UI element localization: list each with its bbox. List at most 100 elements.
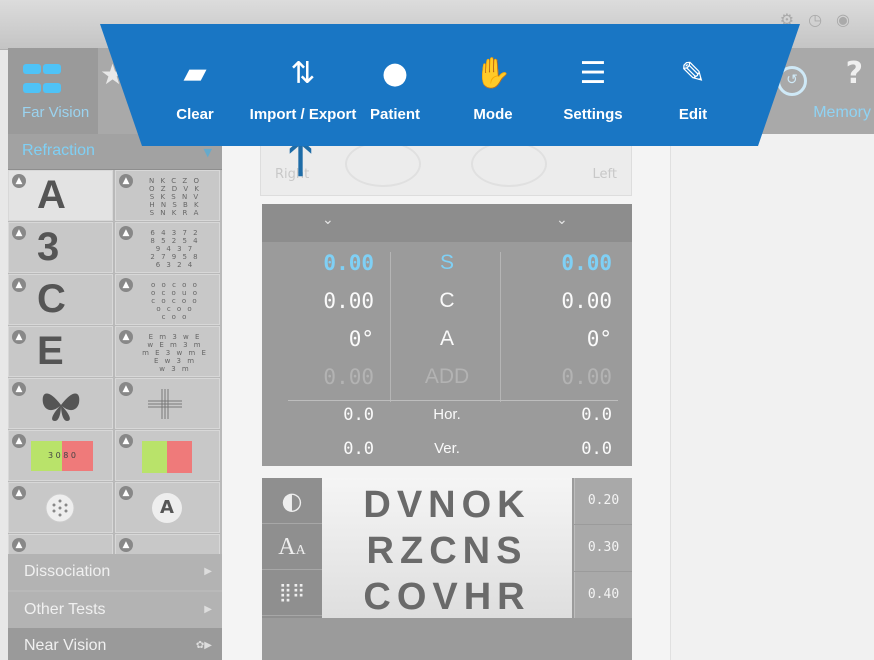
acuity-value[interactable]: 0.40 [574,572,632,618]
tile-letters-chart[interactable]: ▲ N K C Z O O Z D V K S K S N V H N S B … [115,170,220,221]
left-eye-label[interactable]: Left [593,167,617,182]
mountain-icon: ▲ [119,382,133,396]
tile-numbers-3[interactable]: ▲ 3 [8,222,113,273]
chart-line-1: DVNOK [363,484,531,526]
tile-landolt-C[interactable]: ▲ C [8,274,113,325]
top-menu-overlay: ▰ Clear ⇅ Import / Export ● Patient ✋ Mo… [100,24,800,146]
mountain-icon: ▲ [12,278,26,292]
refraction-label: Refraction [22,142,95,159]
eye-icon[interactable] [471,141,547,187]
clear-button[interactable]: ▰ Clear [140,24,250,146]
left-cylinder-value[interactable]: 0.00 [561,282,612,320]
person-icon: ● [381,56,409,91]
edit-icon: ✎ [680,56,706,91]
mountain-icon: ▲ [12,486,26,500]
tile-big-symbol: A [37,173,66,217]
chevron-down-icon[interactable]: ⌄ [322,212,334,228]
mountain-icon: ▲ [12,174,26,188]
mountain-icon: ▲ [12,434,26,448]
tile-big-symbol: 3 [37,225,60,269]
edit-button[interactable]: ✎ Edit [638,24,748,146]
near-vision-label: Near Vision [24,637,107,654]
left-ver-value[interactable]: 0.0 [581,430,612,468]
mode-button[interactable]: ✋ Mode [438,24,548,146]
left-hor-value[interactable]: 0.0 [581,396,612,434]
mountain-icon: ▲ [12,538,26,552]
acuity-values: 0.20 0.30 0.40 [574,478,632,618]
other-tests-item[interactable]: Other Tests ▶ [8,592,222,628]
mode-label: Mode [473,106,513,123]
rx-row-horizontal-prism[interactable]: 0.0 Hor. 0.0 [262,396,632,434]
flower-chevron-icon: ✿▶ [195,640,212,651]
ver-label: Ver. [434,440,460,457]
acuity-value[interactable]: 0.20 [574,478,632,524]
mountain-icon: ▲ [119,434,133,448]
chart-line-3: COVHR [363,576,531,618]
tile-mini-chart: N K C Z O O Z D V K S K S N V H N S B K … [149,177,201,217]
chevron-right-icon: ▶ [204,566,212,577]
chevron-right-icon: ▶ [204,604,212,615]
tile-tumbling-E[interactable]: ▲ E [8,326,113,377]
tile-tumbling-E-chart[interactable]: ▲ E m 3 w E w E m 3 m m E 3 w m E E w 3 … [115,326,220,377]
tile-butterfly[interactable]: ▲ [8,378,113,429]
edit-label: Edit [678,106,708,123]
tile-letters-A[interactable]: ▲ A [8,170,113,221]
rx-row-axis[interactable]: 0° A 0° [262,320,632,358]
timer-icon[interactable]: ◷ [808,10,836,29]
tile-A-circle[interactable]: ▲ A [115,482,220,533]
tile-color-circles[interactable]: ▲ [115,430,220,481]
dissociation-label: Dissociation [24,563,111,580]
left-axis-value[interactable]: 0° [587,320,612,358]
other-tests-label: Other Tests [24,601,106,618]
right-ver-value[interactable]: 0.0 [343,430,374,468]
rx-row-vertical-prism[interactable]: 0.0 Ver. 0.0 [262,430,632,468]
eraser-icon: ▰ [183,56,207,91]
contrast-icon[interactable]: ◐ [262,478,322,524]
hand-gear-icon: ✋ [474,56,512,91]
mountain-icon: ▲ [119,174,133,188]
tile-cross-grid[interactable]: ▲ [115,378,220,429]
rx-row-add[interactable]: 0.00 ADD 0.00 [262,358,632,396]
near-vision-item[interactable]: Near Vision ✿▶ [8,628,222,660]
tab-far-vision-label: Far Vision [22,104,90,121]
left-add-value[interactable]: 0.00 [561,358,612,396]
mountain-icon: ▲ [119,486,133,500]
help-icon[interactable]: ? [846,56,863,91]
patient-label: Patient [369,106,420,123]
tile-landolt-chart[interactable]: ▲ o o c o o o c o u o c o c o o o c o o … [115,274,220,325]
right-cylinder-value[interactable]: 0.00 [323,282,374,320]
axis-label: A [439,327,454,350]
mountain-icon: ▲ [12,330,26,344]
acuity-value[interactable]: 0.30 [574,525,632,571]
eye-icon[interactable] [345,141,421,187]
font-size-icon[interactable]: AA [262,524,322,570]
tile-red-green[interactable]: ▲ 3 0 8 0 [8,430,113,481]
chevron-down-icon[interactable]: ⌄ [556,212,568,228]
rx-row-cylinder[interactable]: 0.00 C 0.00 [262,282,632,320]
red-green-icon: 3 0 8 0 [31,441,93,471]
tile-numbers-chart[interactable]: ▲ 6 4 3 7 2 8 5 2 5 4 9 4 3 7 2 7 9 5 8 … [115,222,220,273]
patient-button[interactable]: ● Patient [340,24,450,146]
grid-dots-icon[interactable]: ⣿⠿ [262,570,322,616]
settings-button[interactable]: ☰ Settings [538,24,648,146]
cylinder-label: C [439,289,455,312]
rx-row-sphere[interactable]: 0.00 S 0.00 [262,244,632,282]
mountain-icon: ▲ [12,382,26,396]
right-hor-value[interactable]: 0.0 [343,396,374,434]
chart-line-2: RZCNS [366,530,528,572]
power-icon[interactable]: ◉ [836,10,864,29]
right-axis-value[interactable]: 0° [349,320,374,358]
right-add-value[interactable]: 0.00 [323,358,374,396]
left-sphere-value[interactable]: 0.00 [561,244,612,282]
A-circle-icon: A [152,493,182,523]
tile-dot-circle[interactable]: ▲ [8,482,113,533]
tab-far-vision[interactable]: Far Vision [8,48,98,134]
sliders-icon: ☰ [579,56,607,91]
mountain-icon: ▲ [12,226,26,240]
dot-circle-icon [45,493,75,523]
right-sphere-value[interactable]: 0.00 [323,244,374,282]
chart-preview-panel: ◐ AA ⣿⠿ DVNOK RZCNS COVHR 0.20 0.30 0.40 [262,478,632,660]
memory-tab-label[interactable]: Memory [813,104,871,122]
dissociation-item[interactable]: Dissociation ▶ [8,554,222,590]
chart-tools: ◐ AA ⣿⠿ [262,478,322,618]
